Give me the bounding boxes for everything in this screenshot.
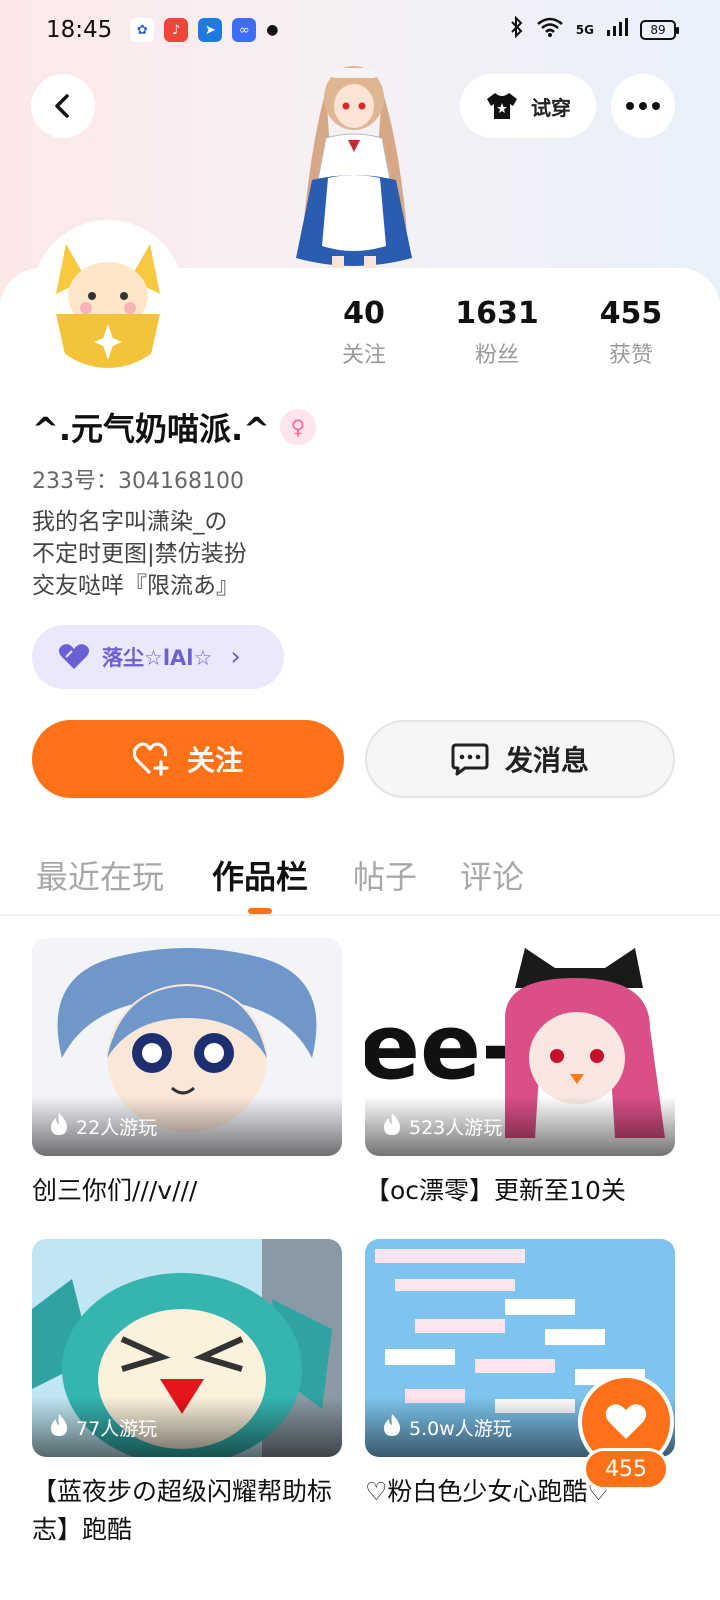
chevron-left-icon xyxy=(55,94,69,118)
work-title: 创三你们///v/// xyxy=(32,1176,198,1205)
heart-plus-icon xyxy=(132,742,169,776)
follow-button[interactable]: 关注 xyxy=(32,720,344,798)
stat-value: 1631 xyxy=(455,296,539,331)
baidu-app-icon: ✿ xyxy=(130,18,155,42)
active-tab-indicator xyxy=(248,908,272,914)
play-count: 523人游玩 xyxy=(409,1116,503,1139)
tab-posts[interactable]: 帖子 xyxy=(353,852,417,898)
work-card[interactable]: ee- 523人游玩 【oc漂零】更新至10关 xyxy=(365,938,675,1210)
work-title: 【oc漂零】更新至10关 xyxy=(365,1176,626,1205)
work-thumbnail: ee- 523人游玩 xyxy=(365,938,675,1156)
back-button[interactable] xyxy=(31,74,95,138)
bluetooth-icon xyxy=(510,15,524,44)
chevron-right-icon: › xyxy=(230,642,241,672)
play-count-overlay: 77人游玩 xyxy=(32,1397,342,1457)
heart-icon xyxy=(605,1404,647,1439)
stat-label: 粉丝 xyxy=(474,343,519,368)
like-count: 455 xyxy=(583,1448,669,1490)
stat-label: 获赞 xyxy=(608,343,653,368)
guild-badge[interactable]: 落尘☆lAl☆ › xyxy=(32,625,284,689)
play-count: 5.0w人游玩 xyxy=(409,1417,512,1440)
avatar-outfit-preview[interactable] xyxy=(282,60,426,274)
heart-icon xyxy=(58,644,90,669)
flame-icon xyxy=(383,1112,401,1141)
work-card[interactable]: 77人游玩 【蓝夜步の超级闪耀帮助标志】跑酷 xyxy=(32,1239,342,1549)
nickname-text: ^.元气奶喵派.^ xyxy=(32,410,270,448)
bio-line: 不定时更图|禁仿装扮 xyxy=(32,541,247,567)
work-thumbnail: 22人游玩 xyxy=(32,938,342,1156)
status-time: 18:45 xyxy=(46,17,113,43)
battery-indicator: 89 xyxy=(640,20,679,40)
follow-label: 关注 xyxy=(186,744,243,777)
wifi-icon xyxy=(536,16,564,44)
tshirt-icon xyxy=(487,93,517,119)
play-count-overlay: 523人游玩 xyxy=(365,1096,675,1156)
tab-comments[interactable]: 评论 xyxy=(460,852,524,898)
more-dots-icon xyxy=(626,102,660,110)
tab-recently-played[interactable]: 最近在玩 xyxy=(36,852,164,898)
stat-following[interactable]: 40 关注 xyxy=(314,296,414,369)
avatar-image xyxy=(36,224,180,368)
svg-text:ee-: ee- xyxy=(365,995,518,1100)
send-app-icon: ➤ xyxy=(198,18,223,42)
play-count: 22人游玩 xyxy=(76,1116,158,1139)
chat-bubble-icon xyxy=(451,743,489,776)
bio-line: 交友哒咩『限流あ』 xyxy=(32,573,239,599)
work-thumbnail: 77人游玩 xyxy=(32,1239,342,1457)
user-id[interactable]: 233号：304168100 xyxy=(32,463,244,495)
music-app-icon: ♪ xyxy=(164,18,189,42)
flame-icon xyxy=(50,1112,68,1141)
flame-icon xyxy=(383,1413,401,1442)
guild-name: 落尘☆lAl☆ xyxy=(102,646,213,670)
status-app-icons: ✿ ♪ ➤ ∞ ● xyxy=(130,18,279,42)
message-button[interactable]: 发消息 xyxy=(365,720,675,798)
nickname: ^.元气奶喵派.^ ♀ xyxy=(32,404,316,450)
work-card[interactable]: 22人游玩 创三你们///v/// xyxy=(32,938,342,1210)
stat-label: 关注 xyxy=(341,343,386,368)
profile-tabs: 最近在玩 作品栏 帖子 评论 xyxy=(0,846,720,916)
status-bar: 18:45 ✿ ♪ ➤ ∞ ● 5G 89 xyxy=(0,0,720,60)
bio-line: 我的名字叫潇染_の xyxy=(32,509,228,535)
message-label: 发消息 xyxy=(504,744,589,777)
female-gender-icon: ♀ xyxy=(279,409,316,445)
stat-value: 40 xyxy=(343,296,385,331)
status-indicators: 5G 89 xyxy=(510,15,679,44)
more-notifications-icon: ● xyxy=(266,22,279,38)
stat-value: 455 xyxy=(599,296,663,331)
stat-likes[interactable]: 455 获赞 xyxy=(581,296,681,369)
play-count: 77人游玩 xyxy=(76,1417,158,1440)
try-on-label: 试穿 xyxy=(531,95,571,120)
work-title: 【蓝夜步の超级闪耀帮助标志】跑酷 xyxy=(32,1477,333,1544)
avatar[interactable] xyxy=(32,220,184,372)
try-on-button[interactable]: 试穿 xyxy=(460,74,596,138)
network-label: 5G xyxy=(575,23,594,37)
infinity-app-icon: ∞ xyxy=(232,18,257,42)
bio: 我的名字叫潇染_の 不定时更图|禁仿装扮 交友哒咩『限流あ』 xyxy=(32,506,247,602)
stat-fans[interactable]: 1631 粉丝 xyxy=(447,296,547,369)
signal-icon xyxy=(606,16,628,44)
more-button[interactable] xyxy=(611,74,675,138)
flame-icon xyxy=(50,1413,68,1442)
play-count-overlay: 22人游玩 xyxy=(32,1096,342,1156)
tab-works[interactable]: 作品栏 xyxy=(212,852,308,898)
